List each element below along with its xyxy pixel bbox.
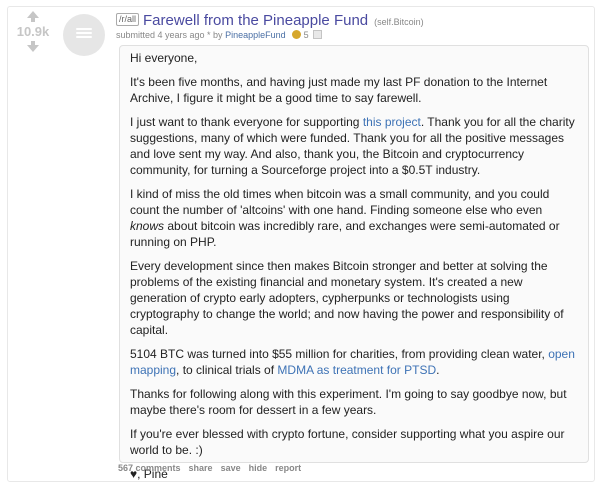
post-buttons: 567 comments share save hide report (118, 463, 309, 473)
paragraph-2: I just want to thank everyone for suppor… (130, 115, 575, 177)
post-card: 10.9k /r/all Farewell from the Pineapple … (7, 6, 595, 482)
share-button[interactable]: share (189, 463, 213, 473)
gold-award-icon[interactable] (292, 30, 302, 39)
report-button[interactable]: report (275, 463, 301, 473)
comments-link[interactable]: 567 comments (118, 463, 181, 473)
downvote-arrow-icon[interactable] (12, 41, 54, 52)
post-body: Hi everyone, It's been five months, and … (119, 45, 589, 481)
paragraph-1: It's been five months, and having just m… (130, 75, 548, 105)
tagline: submitted 4 years ago * by PineappleFund… (116, 30, 323, 40)
greeting: Hi everyone, (130, 51, 198, 65)
paragraph-5: 5104 BTC was turned into $55 million for… (130, 347, 575, 377)
paragraph-3: I kind of miss the old times when bitcoi… (130, 187, 560, 249)
hide-button[interactable]: hide (249, 463, 268, 473)
mdma-ptsd-link[interactable]: MDMA as treatment for PTSD (277, 363, 436, 377)
post-title[interactable]: Farewell from the Pineapple Fund (143, 12, 368, 29)
award-count: 5 (303, 30, 309, 40)
score: 10.9k (16, 24, 50, 39)
paragraph-6: Thanks for following along with this exp… (130, 387, 567, 417)
save-button[interactable]: save (221, 463, 241, 473)
this-project-link[interactable]: this project (363, 115, 421, 129)
author-link[interactable]: PineappleFund (225, 30, 286, 40)
award-badge-icon[interactable] (313, 30, 323, 39)
upvote-arrow-icon[interactable] (12, 11, 54, 22)
vote-column: 10.9k (12, 11, 54, 52)
subreddit-tag[interactable]: /r/all (116, 13, 140, 26)
self-post-thumbnail[interactable] (63, 14, 105, 56)
paragraph-7: If you're ever blessed with crypto fortu… (130, 427, 565, 457)
post-domain[interactable]: (self.Bitcoin) (374, 17, 424, 27)
paragraph-4: Every development since then makes Bitco… (130, 259, 564, 337)
text-post-icon (76, 28, 92, 42)
title-line: /r/all Farewell from the Pineapple Fund (s… (116, 12, 586, 30)
tagline-prefix: submitted 4 years ago * by (116, 30, 223, 40)
